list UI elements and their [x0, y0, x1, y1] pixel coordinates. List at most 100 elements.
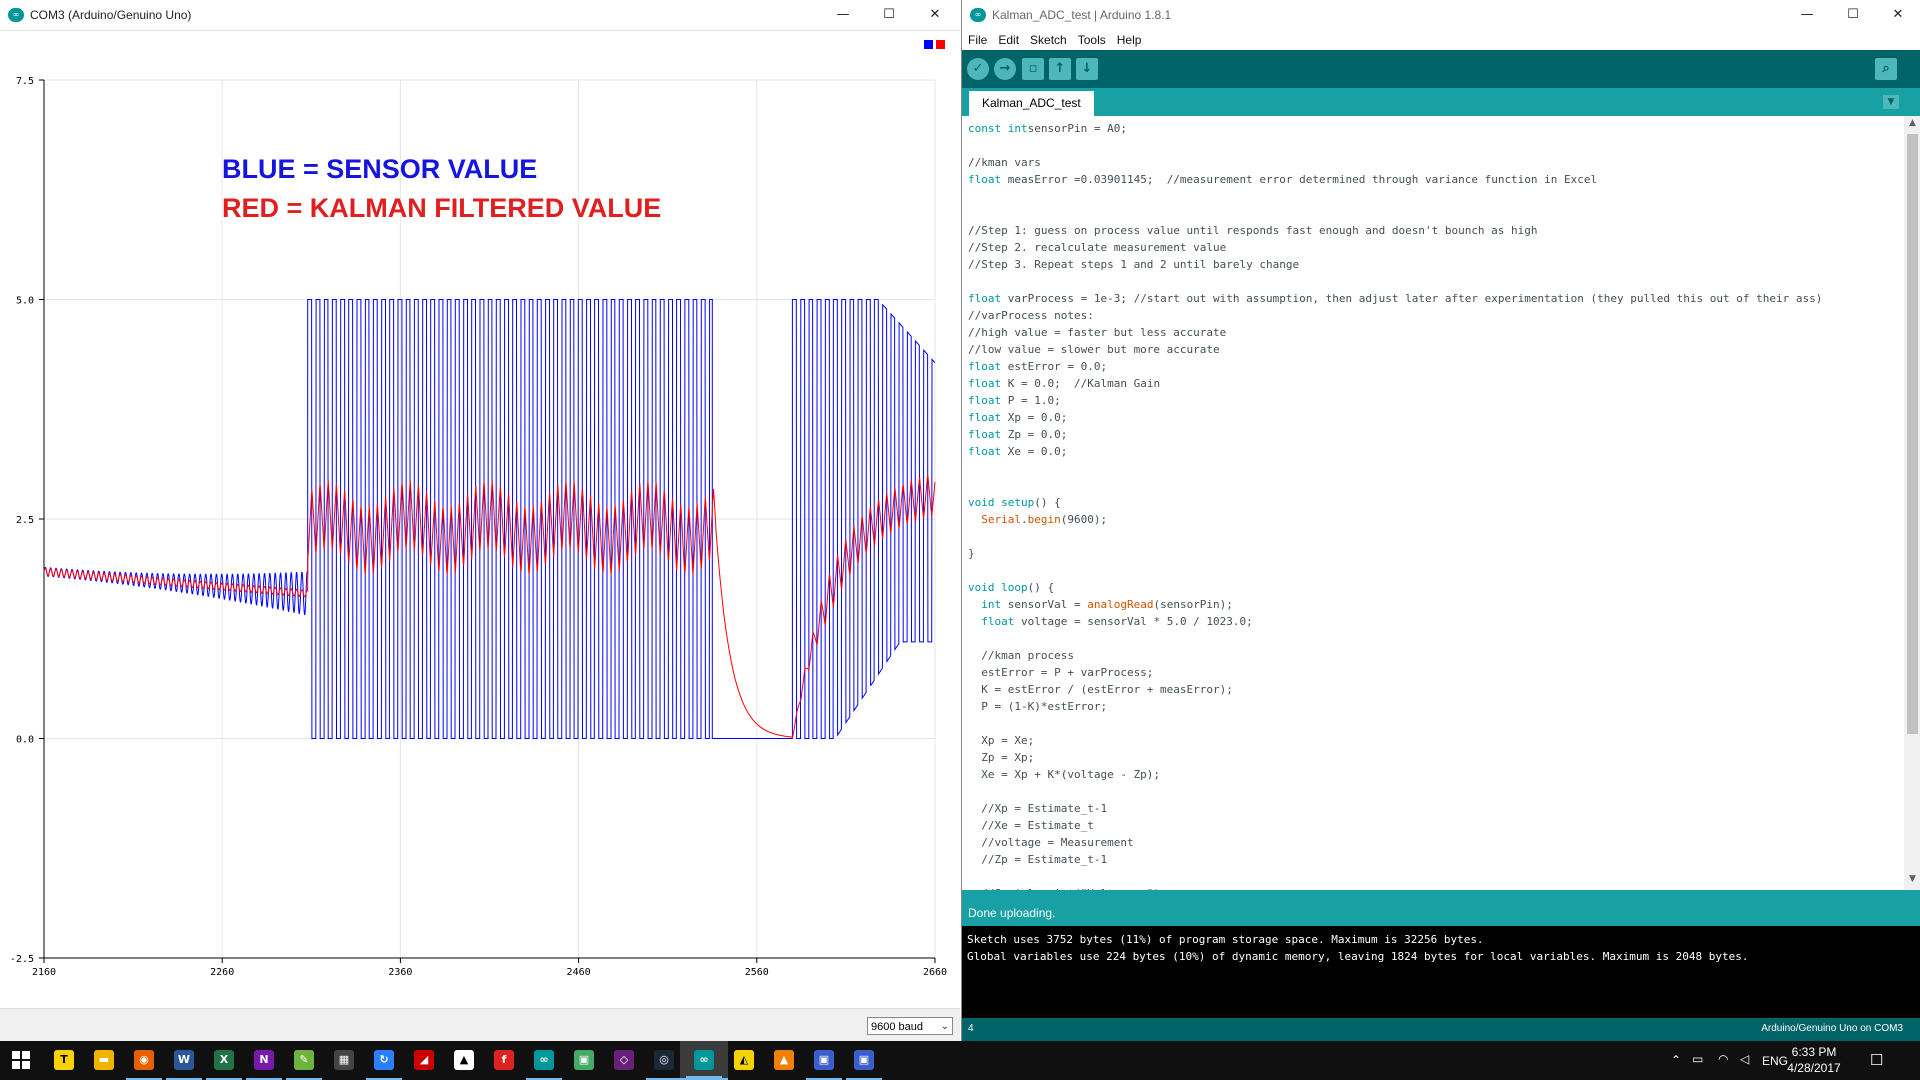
- verify-icon[interactable]: ✓: [967, 58, 989, 80]
- volume-icon[interactable]: ◁: [1740, 1052, 1749, 1066]
- y-tick-label: 0.0: [16, 735, 34, 746]
- save-sketch-icon[interactable]: ↓: [1076, 58, 1098, 80]
- arduino-active-glyph: ∞: [694, 1050, 714, 1070]
- code-line: int sensorVal = analogRead(sensorPin);: [981, 598, 1233, 611]
- clock[interactable]: 6:33 PM 4/28/2017: [1784, 1044, 1844, 1076]
- sync-glyph: ↻: [374, 1050, 394, 1070]
- code-line: float voltage = sensorVal * 5.0 / 1023.0…: [981, 615, 1253, 628]
- plotter-title: COM3 (Arduino/Genuino Uno): [30, 8, 192, 22]
- menu-tools[interactable]: Tools: [1072, 30, 1111, 47]
- maximize-button[interactable]: ☐: [1830, 0, 1876, 30]
- arduino-icon: ∞: [970, 8, 986, 22]
- code-line: }: [968, 547, 975, 560]
- y-tick-label: -2.5: [10, 954, 34, 965]
- word-glyph: W: [174, 1050, 194, 1070]
- code-line: //Step 3. Repeat steps 1 and 2 until bar…: [968, 258, 1300, 271]
- ide-titlebar[interactable]: ∞ Kalman_ADC_test | Arduino 1.8.1 — ☐ ✕: [962, 0, 1920, 30]
- steam-glyph: ◎: [654, 1050, 674, 1070]
- menu-help[interactable]: Help: [1111, 30, 1147, 47]
- code-text: const intsensorPin = A0; //kman vars floa…: [968, 120, 1822, 890]
- board-info: Arduino/Genuino Uno on COM3: [1761, 1023, 1903, 1034]
- vector-app-glyph: ◢: [414, 1050, 434, 1070]
- baud-rate-select[interactable]: 9600 baud ⌄: [867, 1017, 953, 1035]
- series-line-kalman: [43, 473, 936, 739]
- notepad-glyph: ✎: [294, 1050, 314, 1070]
- ide-title: Kalman_ADC_test | Arduino 1.8.1: [992, 8, 1172, 22]
- code-line: float Xp = 0.0;: [968, 411, 1068, 424]
- code-line: //Zp = Estimate_t-1: [968, 853, 1108, 866]
- close-button[interactable]: ✕: [912, 0, 958, 30]
- scroll-thumb[interactable]: [1907, 134, 1918, 734]
- chevron-down-icon: ⌄: [940, 1021, 949, 1032]
- network-app2-icon[interactable]: ▣: [840, 1041, 888, 1080]
- code-line: Xp = Xe;: [968, 734, 1035, 747]
- battery-icon[interactable]: ▭: [1692, 1052, 1703, 1066]
- wifi-icon[interactable]: ◠: [1718, 1052, 1728, 1066]
- menu-sketch[interactable]: Sketch: [1024, 30, 1072, 47]
- maximize-button[interactable]: ☐: [866, 0, 912, 30]
- x-tick-label: 2660: [923, 967, 947, 978]
- annotation-blue: BLUE = SENSOR VALUE: [222, 154, 537, 184]
- editor-scrollbar[interactable]: ▲ ▼: [1904, 116, 1920, 890]
- code-line: //varProcess notes:: [968, 309, 1094, 322]
- printer-glyph: ▣: [574, 1050, 594, 1070]
- minimize-button[interactable]: —: [1784, 0, 1830, 30]
- tray-overflow-icon[interactable]: ⌃: [1671, 1053, 1681, 1067]
- taskbar: T ▬ ◉ W X N ✎ ▦ ↻ ◢ ▲ f ∞ ▣ ◇ ◎ ∞ ◭ ▲ ▣ ▣ ⌃ ▭ ◠ ◁ ENG 6:33 P…: [0, 1041, 1920, 1080]
- excel-glyph: X: [214, 1050, 234, 1070]
- vlc-glyph: ▲: [774, 1050, 794, 1070]
- code-line: //Xe = Estimate_t: [968, 819, 1094, 832]
- serial-plotter-window: ∞ COM3 (Arduino/Genuino Uno) — ☐ ✕ 2160 2…: [0, 0, 960, 1042]
- calculator-glyph: ▦: [334, 1050, 354, 1070]
- plotter-titlebar[interactable]: ∞ COM3 (Arduino/Genuino Uno) — ☐ ✕: [0, 0, 960, 31]
- action-center-icon[interactable]: ☐: [1870, 1051, 1883, 1069]
- arduino-icon: ∞: [8, 8, 24, 22]
- arduino-ide-window: ∞ Kalman_ADC_test | Arduino 1.8.1 — ☐ ✕ …: [961, 0, 1920, 1041]
- plotter-footer: 9600 baud ⌄: [0, 1008, 960, 1042]
- clock-time: 6:33 PM: [1791, 1045, 1837, 1059]
- code-line: P = (1-K)*estError;: [968, 700, 1108, 713]
- menu-file[interactable]: File: [962, 30, 992, 47]
- code-line: //Step 2. recalculate measurement value: [968, 241, 1227, 254]
- code-line: Serial.begin(9600);: [981, 513, 1108, 526]
- line-number: 4: [968, 1023, 974, 1034]
- scroll-up-icon[interactable]: ▲: [1904, 118, 1920, 132]
- tab-sketch[interactable]: Kalman_ADC_test: [969, 91, 1094, 116]
- onenote-glyph: N: [254, 1050, 274, 1070]
- windows-start-icon[interactable]: [12, 1051, 30, 1069]
- upload-icon[interactable]: →: [994, 58, 1016, 80]
- open-sketch-icon[interactable]: ↑: [1049, 58, 1071, 80]
- kakaotalk-glyph: T: [54, 1050, 74, 1070]
- minimize-button[interactable]: —: [820, 0, 866, 30]
- x-tick-label: 2560: [745, 967, 769, 978]
- y-tick-label: 2.5: [16, 515, 34, 526]
- code-editor[interactable]: const intsensorPin = A0; //kman vars floa…: [962, 116, 1904, 890]
- status-bar: Done uploading.: [962, 890, 1920, 926]
- x-tick-label: 2160: [32, 967, 56, 978]
- code-line: estError = P + varProcess;: [968, 666, 1154, 679]
- tab-row: Kalman_ADC_test ▼: [962, 88, 1920, 116]
- new-sketch-icon[interactable]: ▫: [1022, 58, 1044, 80]
- code-line: const intsensorPin = A0;: [968, 122, 1127, 135]
- serial-plot: 2160 2260 2360 2460 2560 2660 7.5 5.0 2.5 0.0 -2.5…: [10, 76, 947, 978]
- y-tick-label: 5.0: [16, 296, 34, 307]
- serial-monitor-icon[interactable]: ⌕: [1875, 58, 1897, 80]
- code-line: float K = 0.0; //Kalman Gain: [968, 377, 1161, 390]
- tab-menu-icon[interactable]: ▼: [1883, 95, 1899, 109]
- running-indicator: [686, 1076, 722, 1078]
- menu-bar: File Edit Sketch Tools Help: [962, 30, 1920, 50]
- code-line: float Zp = 0.0;: [968, 428, 1068, 441]
- code-line: Xe = Xp + K*(voltage - Zp);: [968, 768, 1161, 781]
- code-line: void loop() {: [968, 581, 1055, 594]
- menu-edit[interactable]: Edit: [992, 30, 1024, 47]
- scroll-down-icon[interactable]: ▼: [1904, 874, 1920, 888]
- x-tick-label: 2460: [567, 967, 591, 978]
- close-button[interactable]: ✕: [1875, 0, 1920, 30]
- code-line: float estError = 0.0;: [968, 360, 1108, 373]
